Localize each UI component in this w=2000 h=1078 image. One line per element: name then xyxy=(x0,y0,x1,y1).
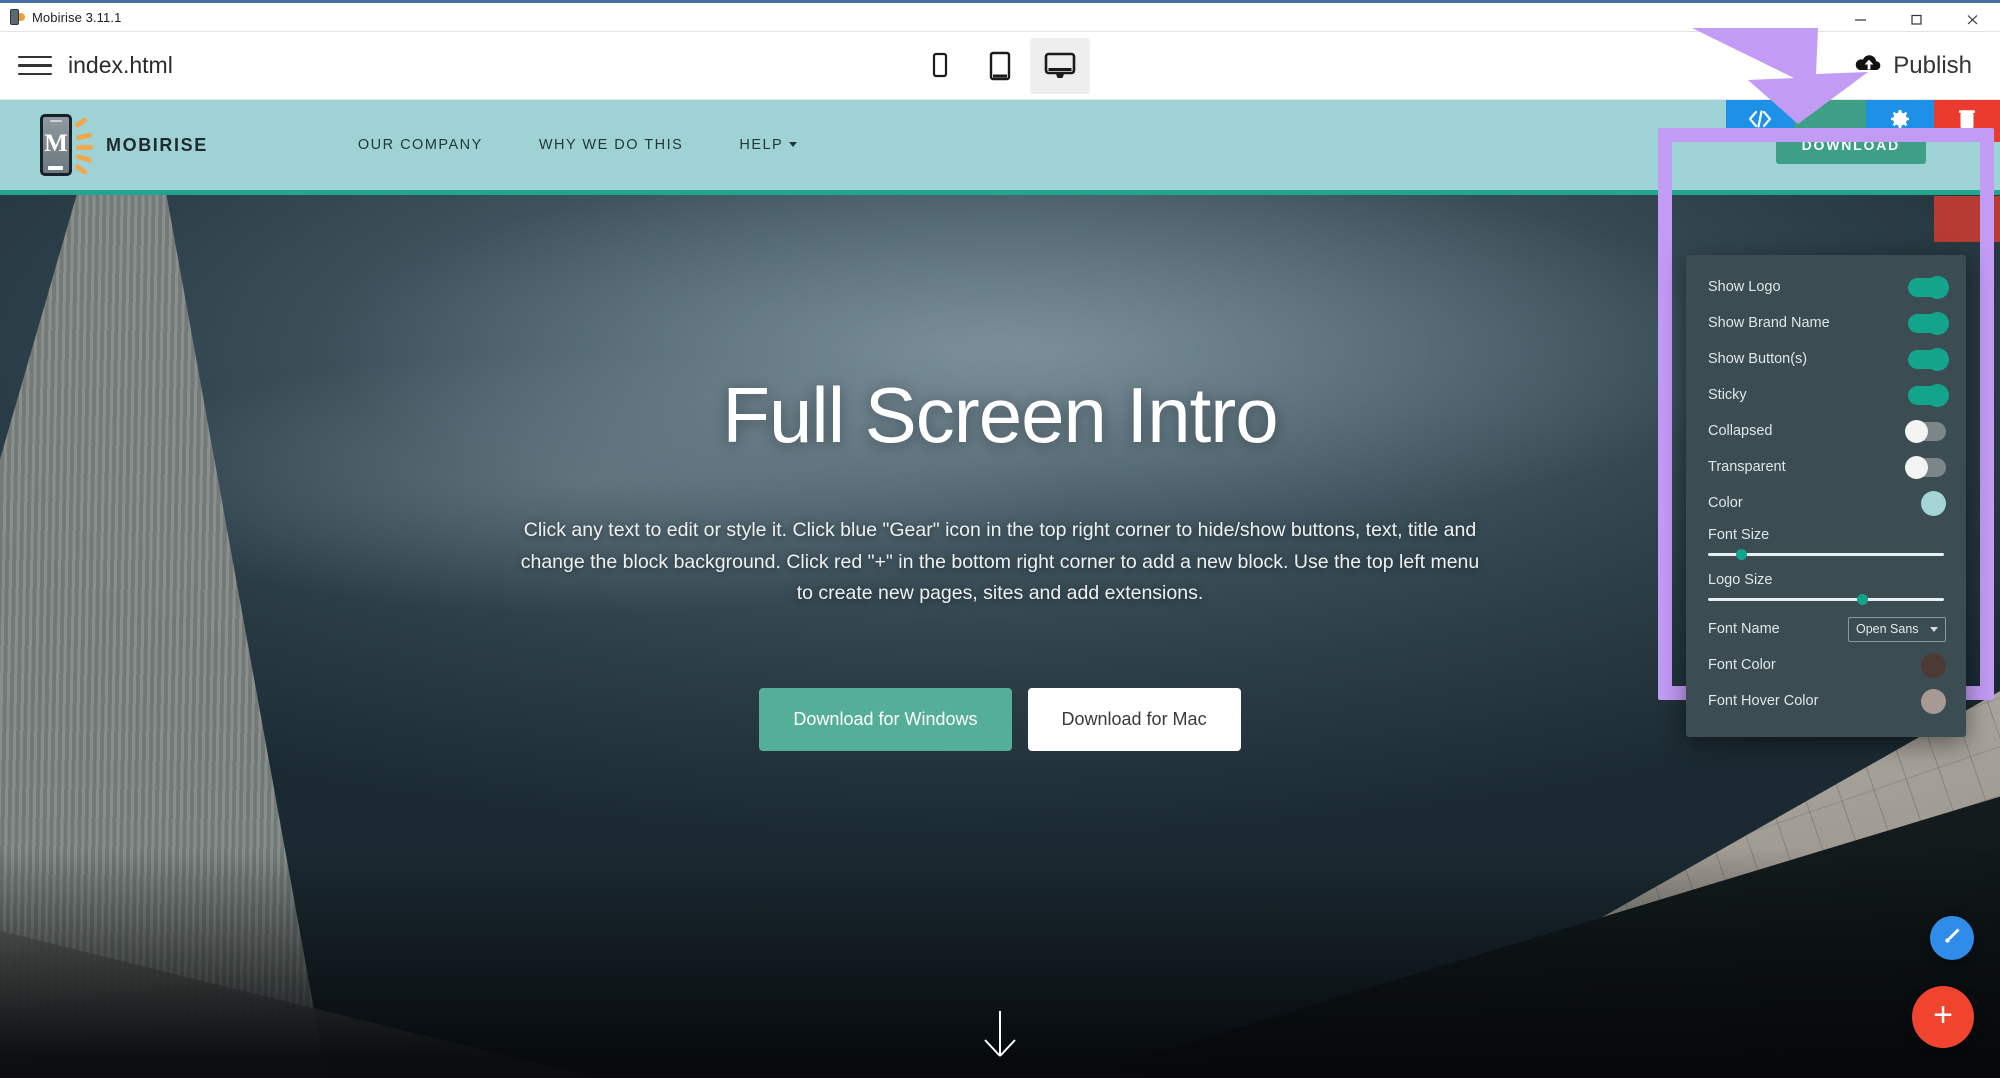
block-code-button[interactable] xyxy=(1726,100,1794,142)
color-swatch-font[interactable] xyxy=(1921,652,1946,678)
setting-label: Show Brand Name xyxy=(1708,315,1830,331)
setting-label: Transparent xyxy=(1708,459,1786,475)
scroll-down-arrow-icon[interactable] xyxy=(977,1009,1023,1068)
setting-show-brand-name[interactable]: Show Brand Name xyxy=(1686,305,1966,341)
current-file-label: index.html xyxy=(68,52,173,78)
font-name-value: Open Sans xyxy=(1856,622,1919,636)
toggle-transparent[interactable] xyxy=(1905,455,1946,479)
setting-collapsed[interactable]: Collapsed xyxy=(1686,413,1966,449)
editor-toolbar: index.html Publish xyxy=(0,32,2000,100)
setting-transparent[interactable]: Transparent xyxy=(1686,449,1966,485)
publish-button[interactable]: Publish xyxy=(1854,52,1972,80)
chevron-down-icon xyxy=(789,142,798,147)
setting-font-size: Font Size xyxy=(1686,521,1966,549)
block-settings-button[interactable] xyxy=(1866,100,1934,142)
add-block-fab[interactable]: + xyxy=(1912,986,1974,1048)
setting-font-hover-color[interactable]: Font Hover Color xyxy=(1686,683,1966,719)
app-icon xyxy=(8,8,25,26)
color-swatch-font-hover[interactable] xyxy=(1921,688,1946,714)
site-brand-name: MOBIRISE xyxy=(106,134,208,155)
device-desktop-button[interactable] xyxy=(1030,37,1090,94)
nav-link-why-we-do-this[interactable]: WHY WE DO THIS xyxy=(539,137,684,153)
download-mac-button[interactable]: Download for Mac xyxy=(1027,687,1241,751)
mobirise-logo-icon: M xyxy=(34,112,94,178)
style-brush-fab[interactable] xyxy=(1930,916,1974,960)
hamburger-menu-icon[interactable] xyxy=(18,53,52,79)
site-navbar[interactable]: M MOBIRISE OUR COMPANY WHY WE DO THIS HE… xyxy=(0,100,2000,195)
cloud-upload-icon xyxy=(1854,53,1882,79)
minimize-button[interactable] xyxy=(1832,3,1888,35)
toggle-show-logo[interactable] xyxy=(1908,275,1949,299)
color-swatch-navbar[interactable] xyxy=(1921,490,1946,516)
setting-show-logo[interactable]: Show Logo xyxy=(1686,269,1966,305)
mobirise-app-window: Mobirise 3.11.1 index.html Publish Full … xyxy=(0,0,2000,1078)
setting-label: Sticky xyxy=(1708,387,1747,403)
block-toolbar xyxy=(1726,100,2000,142)
code-icon xyxy=(1747,109,1773,133)
trash-icon xyxy=(1957,108,1977,135)
setting-show-buttons[interactable]: Show Button(s) xyxy=(1686,341,1966,377)
slider-thumb[interactable] xyxy=(1736,549,1748,560)
setting-label: Font Name xyxy=(1708,621,1780,637)
setting-label: Font Hover Color xyxy=(1708,693,1819,709)
font-size-slider[interactable] xyxy=(1686,549,1966,566)
nav-link-our-company[interactable]: OUR COMPANY xyxy=(358,137,483,153)
window-title: Mobirise 3.11.1 xyxy=(32,9,122,25)
brush-icon xyxy=(1941,925,1963,952)
nav-link-label: OUR COMPANY xyxy=(357,137,483,153)
setting-label: Color xyxy=(1708,495,1743,511)
maximize-button[interactable] xyxy=(1888,3,1944,35)
toggle-collapsed[interactable] xyxy=(1905,419,1946,443)
hero-buttons: Download for Windows Download for Mac xyxy=(759,687,1241,751)
hero-title[interactable]: Full Screen Intro xyxy=(722,370,1278,461)
setting-color[interactable]: Color xyxy=(1686,485,1966,521)
setting-label: Logo Size xyxy=(1708,572,1773,588)
device-preview-switcher xyxy=(910,37,1090,94)
chevron-down-icon xyxy=(1930,626,1938,632)
nav-link-help[interactable]: HELP xyxy=(739,137,798,153)
setting-label: Font Color xyxy=(1708,657,1776,673)
block-toolbar-secondary xyxy=(1934,196,2000,242)
device-mobile-button[interactable] xyxy=(910,38,970,94)
publish-label: Publish xyxy=(1893,51,1972,79)
slider-thumb[interactable] xyxy=(1856,594,1868,605)
window-controls xyxy=(1832,3,2000,35)
toggle-sticky[interactable] xyxy=(1908,383,1949,407)
setting-label: Show Button(s) xyxy=(1708,351,1808,367)
block-delete-button-secondary[interactable] xyxy=(1934,196,2000,242)
hero-paragraph[interactable]: Click any text to edit or style it. Clic… xyxy=(520,515,1480,610)
logo-size-slider[interactable] xyxy=(1686,594,1966,611)
setting-label: Show Logo xyxy=(1708,279,1781,295)
setting-label: Collapsed xyxy=(1708,423,1773,439)
setting-sticky[interactable]: Sticky xyxy=(1686,377,1966,413)
window-titlebar: Mobirise 3.11.1 xyxy=(0,0,2000,32)
toggle-show-buttons[interactable] xyxy=(1908,347,1949,371)
nav-link-label: WHY WE DO THIS xyxy=(538,137,684,153)
site-brand[interactable]: M MOBIRISE xyxy=(34,112,208,178)
setting-label: Font Size xyxy=(1708,527,1770,543)
setting-logo-size: Logo Size xyxy=(1686,566,1966,594)
site-nav-links: OUR COMPANY WHY WE DO THIS HELP xyxy=(358,137,798,153)
block-toolbar-spacer xyxy=(1794,100,1866,142)
download-windows-button[interactable]: Download for Windows xyxy=(759,687,1012,751)
block-delete-button[interactable] xyxy=(1934,100,2000,142)
close-button[interactable] xyxy=(1944,3,2000,35)
font-name-select[interactable]: Open Sans xyxy=(1848,616,1946,642)
nav-link-label: HELP xyxy=(739,137,784,153)
setting-font-color[interactable]: Font Color xyxy=(1686,647,1966,683)
device-tablet-button[interactable] xyxy=(970,38,1030,94)
site-preview-canvas: Full Screen Intro Click any text to edit… xyxy=(0,100,2000,1078)
gear-icon xyxy=(1888,107,1912,136)
settings-panel[interactable]: Show Logo Show Brand Name Show Button(s)… xyxy=(1686,255,1966,737)
toggle-show-brand-name[interactable] xyxy=(1908,311,1949,335)
setting-font-name[interactable]: Font Name Open Sans xyxy=(1686,611,1966,647)
